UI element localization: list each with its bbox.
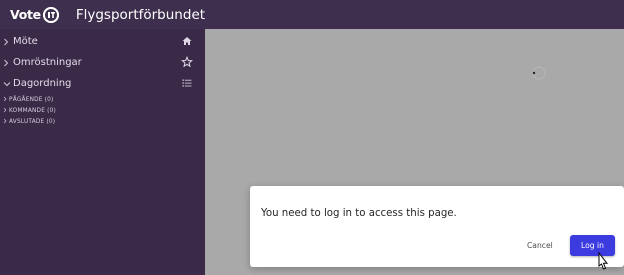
sidebar-item-label: Omröstningar (13, 57, 82, 68)
sidebar-item-omrostningar[interactable]: Omröstningar (0, 52, 205, 73)
sidebar-subitem-kommande[interactable]: KOMMANDE (0) (0, 105, 205, 116)
sidebar-subitem-pagaende[interactable]: PÅGÅENDE (0) (0, 94, 205, 105)
chevron-right-icon (3, 59, 11, 67)
mouse-pointer-icon (593, 251, 613, 275)
chevron-right-icon (3, 38, 11, 46)
star-icon (181, 55, 193, 68)
app-root: Vote Flygsportförbundet Möte Omröstninga… (0, 0, 624, 275)
sidebar-subitem-label: KOMMANDE (0) (9, 107, 56, 114)
logo-text: Vote (10, 7, 41, 22)
sidebar-subitem-label: PÅGÅENDE (0) (9, 96, 54, 103)
chevron-down-icon (3, 81, 11, 87)
sidebar-subitem-avslutade[interactable]: AVSLUTADE (0) (0, 116, 205, 127)
organization-title: Flygsportförbundet (75, 6, 206, 23)
loading-spinner-icon (531, 65, 547, 81)
sidebar-item-dagordning[interactable]: Dagordning (0, 73, 205, 94)
login-required-dialog: You need to log in to access this page. … (250, 186, 624, 267)
chevron-right-icon (3, 107, 8, 115)
sidebar-subitem-label: AVSLUTADE (0) (9, 118, 56, 125)
sidebar-item-label: Möte (13, 36, 38, 47)
chevron-right-icon (3, 118, 8, 126)
chevron-right-icon (3, 96, 8, 104)
top-bar: Vote Flygsportförbundet (0, 0, 624, 29)
dialog-message: You need to log in to access this page. (261, 208, 457, 219)
list-icon (181, 77, 193, 89)
sidebar: Möte Omröstningar Dagordning PÅGÅENDE (0… (0, 29, 205, 275)
cancel-button[interactable]: Cancel (527, 238, 553, 254)
app-logo[interactable]: Vote (10, 6, 59, 23)
home-icon (181, 35, 193, 47)
sidebar-item-label: Dagordning (13, 78, 72, 89)
logo-it-icon (42, 6, 59, 23)
sidebar-item-mote[interactable]: Möte (0, 31, 205, 52)
